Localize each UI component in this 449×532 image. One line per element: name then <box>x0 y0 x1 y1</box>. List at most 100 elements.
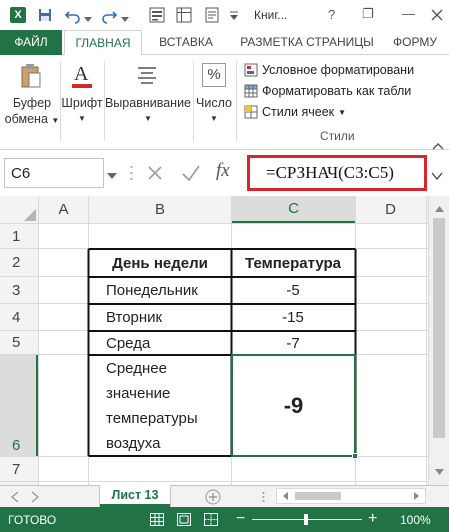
sheet-next-icon[interactable] <box>30 491 40 503</box>
expand-formula-bar-icon[interactable] <box>431 169 443 181</box>
add-sheet-icon[interactable] <box>205 489 221 505</box>
formula-bar-grip-icon <box>130 163 133 183</box>
zoom-slider[interactable] <box>252 514 362 525</box>
formula-bar: C6 fx =СРЗНАЧ(C3:C5) <box>0 155 449 191</box>
chevron-down-icon: ▼ <box>338 107 347 117</box>
day-cell-b5[interactable]: Среда <box>90 332 230 354</box>
save-icon[interactable] <box>38 8 52 22</box>
day-cell-b3[interactable]: Понедельник <box>90 278 230 303</box>
formula-input[interactable]: =СРЗНАЧ(C3:C5) <box>247 155 427 191</box>
restore-button[interactable]: ❐ <box>362 6 374 22</box>
insert-function-button[interactable]: fx <box>216 160 230 182</box>
row-header-6[interactable]: 6 <box>0 355 38 456</box>
ribbon-panel: Буфер обмена ▼ A Шрифт ▼ Выравнивание ▼ … <box>0 55 449 150</box>
name-box-dropdown-icon[interactable] <box>107 169 117 179</box>
zoom-slider-thumb[interactable] <box>304 514 308 525</box>
alignment-label: Выравнивание <box>104 96 192 110</box>
cell-styles-button[interactable]: Стили ячеек ▼ <box>244 103 404 121</box>
chevron-down-icon: ▼ <box>210 114 218 123</box>
clipboard-icon <box>20 63 42 89</box>
horizontal-scrollbar[interactable] <box>276 488 426 504</box>
quick-access-icon[interactable] <box>149 7 165 23</box>
temp-cell-c5[interactable]: -7 <box>232 332 354 354</box>
number-button[interactable]: Число ▼ <box>194 95 234 127</box>
chevron-down-icon: ▼ <box>51 116 60 125</box>
close-icon[interactable] <box>430 8 444 22</box>
styles-group-label: Стили <box>320 129 355 143</box>
chevron-down-icon: ▼ <box>144 114 152 123</box>
font-icon: A <box>70 61 94 89</box>
row-header-7[interactable]: 7 <box>0 457 38 481</box>
zoom-out-button[interactable]: − <box>236 510 248 528</box>
vertical-scrollbar[interactable] <box>428 196 449 485</box>
active-cell-selection <box>231 354 356 457</box>
conditional-formatting-label: Условное форматировани <box>262 63 415 77</box>
formula-text: =СРЗНАЧ(C3:C5) <box>266 163 394 182</box>
cancel-icon[interactable] <box>145 163 165 183</box>
ribbon-tabs: ФАЙЛ ГЛАВНАЯ ВСТАВКА РАЗМЕТКА СТРАНИЦЫ Ф… <box>0 30 449 56</box>
conditional-formatting-button[interactable]: Условное форматировани <box>244 61 449 79</box>
row-header-3[interactable]: 3 <box>0 277 38 303</box>
scroll-up-icon[interactable] <box>429 202 449 216</box>
tab-insert[interactable]: ВСТАВКА <box>150 30 222 55</box>
table-icon <box>244 84 258 98</box>
worksheet-grid: A B C D 1 2 3 4 5 6 7 День недели Темпер… <box>0 196 449 485</box>
sheet-prev-icon[interactable] <box>10 491 20 503</box>
column-header-d[interactable]: D <box>356 196 425 223</box>
horizontal-scroll-thumb[interactable] <box>295 492 341 500</box>
temp-cell-c4[interactable]: -15 <box>232 305 354 330</box>
table-header-day[interactable]: День недели <box>90 251 230 276</box>
chevron-down-icon: ▼ <box>78 114 86 123</box>
name-box[interactable]: C6 <box>4 158 104 188</box>
enter-icon[interactable] <box>180 163 202 183</box>
row-header-5[interactable]: 5 <box>0 331 38 354</box>
collapse-ribbon-icon[interactable] <box>432 140 444 150</box>
table-header-temperature[interactable]: Температура <box>232 251 354 276</box>
cell-styles-label: Стили ячеек <box>262 105 335 119</box>
select-all-button[interactable] <box>0 196 38 223</box>
quick-access-icon-2[interactable] <box>176 7 192 23</box>
sheet-tab-active[interactable]: Лист 13 <box>100 485 170 507</box>
tab-page-layout[interactable]: РАЗМЕТКА СТРАНИЦЫ <box>232 30 382 55</box>
clipboard-label-2: обмена ▼ <box>4 112 60 126</box>
scroll-left-icon[interactable] <box>279 489 293 503</box>
row-header-1[interactable]: 1 <box>0 224 38 248</box>
tab-formulas[interactable]: ФОРМУ <box>393 30 449 55</box>
clipboard-button[interactable]: Буфер обмена ▼ <box>4 95 60 129</box>
scroll-down-icon[interactable] <box>429 465 449 479</box>
column-header-c[interactable]: C <box>232 196 355 223</box>
zoom-in-button[interactable]: + <box>368 510 380 528</box>
row-header-2[interactable]: 2 <box>0 249 38 276</box>
day-cell-b4[interactable]: Вторник <box>90 305 230 330</box>
zoom-level[interactable]: 100% <box>400 513 431 527</box>
page-break-view-icon[interactable] <box>204 513 218 526</box>
undo-dropdown-icon[interactable] <box>84 12 92 22</box>
page-layout-view-icon[interactable] <box>177 513 191 526</box>
quick-access-icon-3[interactable] <box>204 7 220 23</box>
status-bar: ГОТОВО − + 100% <box>0 507 449 532</box>
format-as-table-button[interactable]: Форматировать как табли <box>244 82 449 100</box>
redo-dropdown-icon[interactable] <box>121 12 129 22</box>
customize-toolbar-icon[interactable] <box>229 10 239 20</box>
alignment-button[interactable]: Выравнивание ▼ <box>104 95 192 127</box>
undo-icon[interactable] <box>64 6 82 24</box>
font-button[interactable]: Шрифт ▼ <box>60 95 104 127</box>
column-header-a[interactable]: A <box>39 196 88 223</box>
row-header-4[interactable]: 4 <box>0 304 38 330</box>
clipboard-label-1: Буфер <box>12 96 52 110</box>
tab-file[interactable]: ФАЙЛ <box>0 30 62 55</box>
tab-home[interactable]: ГЛАВНАЯ <box>64 30 142 56</box>
sheet-bar-grip-icon[interactable] <box>262 491 265 503</box>
name-box-value: C6 <box>11 164 31 182</box>
temp-cell-c3[interactable]: -5 <box>232 278 354 303</box>
column-header-b[interactable]: B <box>89 196 231 223</box>
normal-view-icon[interactable] <box>150 513 164 526</box>
window-title: Книг... <box>254 8 288 22</box>
minimize-button[interactable]: — <box>402 6 415 21</box>
redo-icon[interactable] <box>100 6 118 24</box>
help-button[interactable]: ? <box>328 7 335 22</box>
scroll-thumb[interactable] <box>433 218 445 438</box>
fill-handle[interactable] <box>352 453 358 459</box>
scroll-right-icon[interactable] <box>409 489 423 503</box>
average-label-cell-b6[interactable]: Среднее значение температуры воздуха <box>90 356 230 455</box>
